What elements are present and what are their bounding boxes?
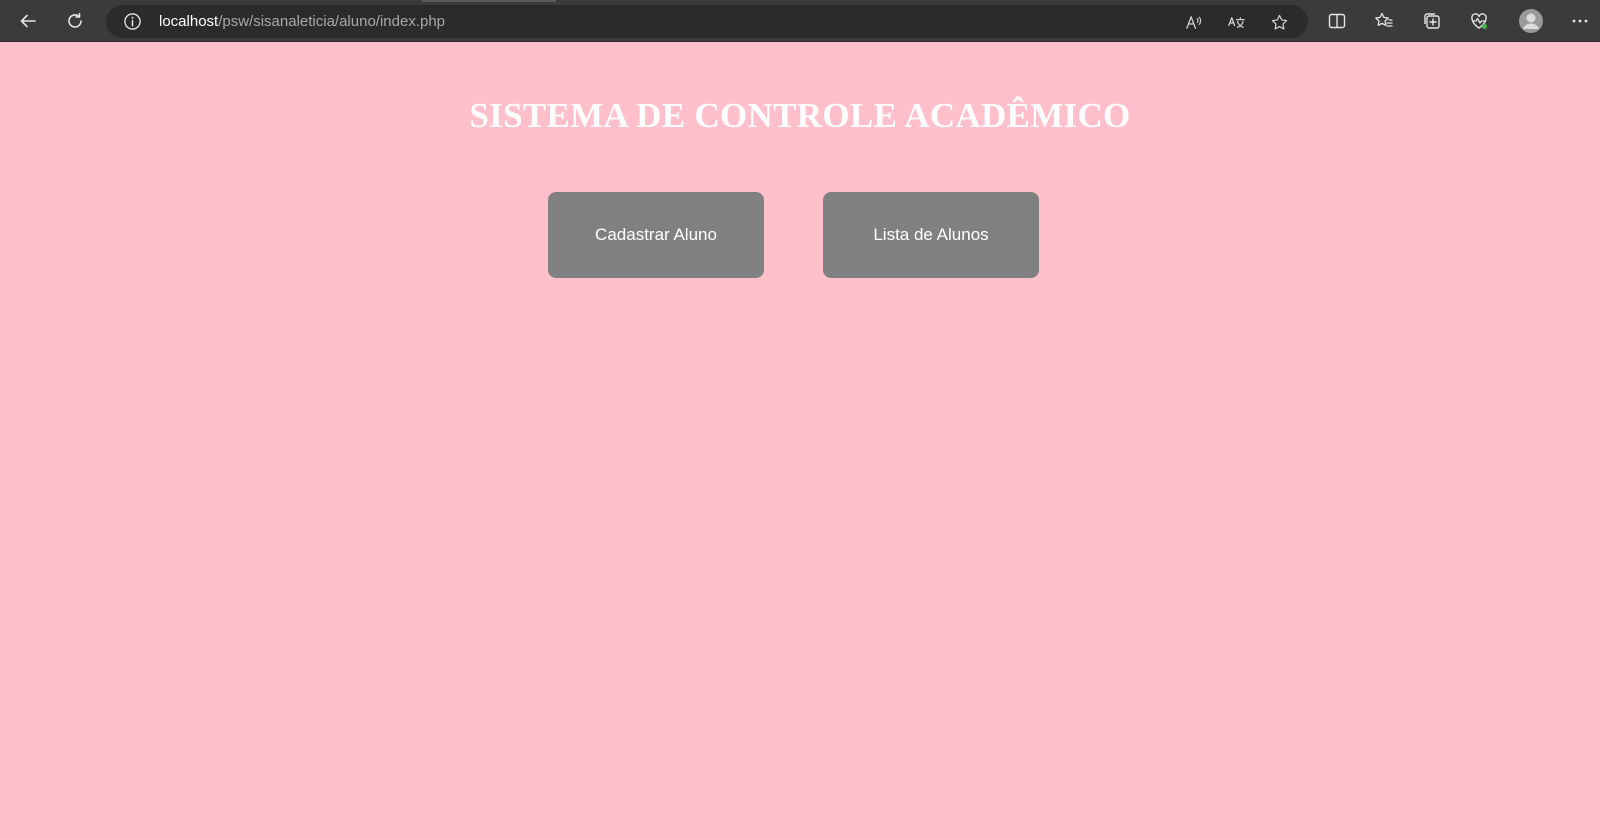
browser-toolbar: localhost/psw/sisanaleticia/aluno/index.…	[0, 0, 1600, 42]
favorites-icon	[1375, 12, 1393, 27]
avatar-icon	[1519, 9, 1543, 33]
heart-pulse-icon	[1471, 13, 1488, 30]
refresh-button[interactable]	[60, 6, 90, 36]
browser-essentials-button[interactable]	[1464, 6, 1494, 36]
split-screen-button[interactable]	[1322, 6, 1352, 36]
address-bar[interactable]: localhost/psw/sisanaleticia/aluno/index.…	[106, 5, 1308, 38]
url-path: /psw/sisanaleticia/aluno/index.php	[218, 13, 446, 30]
url-host: localhost	[159, 13, 219, 30]
tab-indicator	[422, 0, 556, 2]
collections-icon	[1424, 13, 1440, 29]
back-button[interactable]	[13, 6, 43, 36]
refresh-icon	[68, 12, 82, 28]
read-aloud-icon[interactable]	[1181, 10, 1205, 34]
student-list-button[interactable]: Lista de Alunos	[823, 192, 1039, 278]
register-student-button[interactable]: Cadastrar Aluno	[548, 192, 764, 278]
info-icon[interactable]	[122, 11, 143, 32]
favorites-button[interactable]	[1369, 6, 1399, 36]
translate-icon[interactable]	[1224, 10, 1248, 34]
more-button[interactable]	[1565, 6, 1595, 36]
star-icon[interactable]	[1267, 10, 1291, 34]
back-arrow-icon	[20, 14, 36, 28]
profile-button[interactable]	[1515, 5, 1547, 37]
url-text[interactable]: localhost/psw/sisanaleticia/aluno/index.…	[159, 13, 445, 30]
more-icon	[1572, 19, 1588, 23]
split-screen-icon	[1328, 13, 1346, 29]
page-title: SISTEMA DE CONTROLE ACADÊMICO	[469, 96, 1131, 135]
collections-button[interactable]	[1417, 6, 1447, 36]
